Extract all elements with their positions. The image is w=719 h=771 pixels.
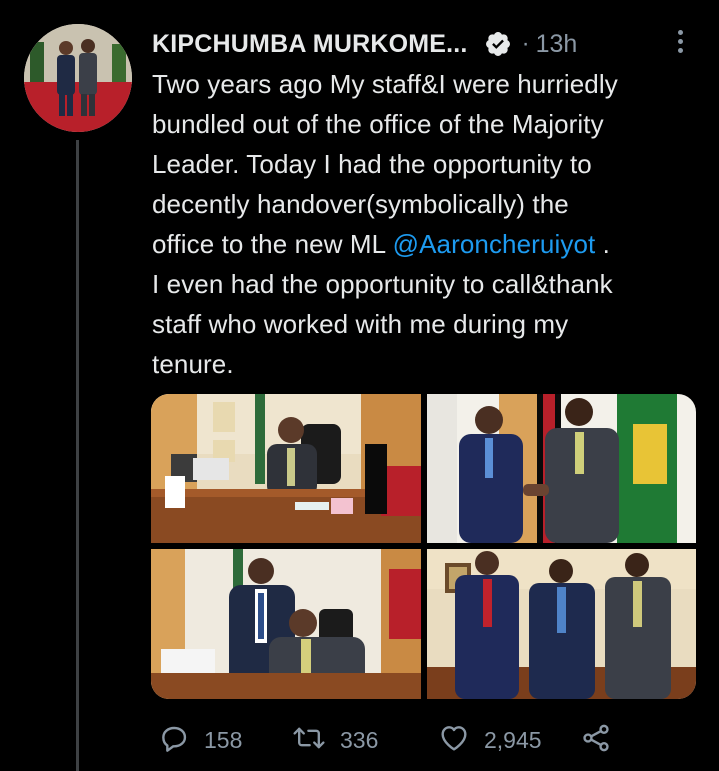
tweet-line: I even had the opportunity to call&thank bbox=[152, 269, 613, 299]
mention-link[interactable]: @Aaroncheruiyot bbox=[393, 229, 596, 259]
share-icon bbox=[580, 722, 612, 759]
tweet-line: bundled out of the office of the Majorit… bbox=[152, 109, 604, 139]
like-count: 2,945 bbox=[484, 726, 542, 753]
author-avatar[interactable] bbox=[24, 24, 132, 132]
thread-line bbox=[76, 140, 79, 771]
tweet-line: tenure. bbox=[152, 349, 234, 379]
photo-3[interactable] bbox=[151, 549, 421, 699]
tweet-line: decently handover(symbolically) the bbox=[152, 189, 569, 219]
tweet-line: Leader. Today I had the opportunity to bbox=[152, 149, 592, 179]
retweet-icon bbox=[292, 722, 326, 759]
separator-dot: · bbox=[521, 30, 530, 57]
tweet[interactable]: KIPCHUMBA MURKOME... · 13h Two years ago… bbox=[0, 0, 719, 771]
reply-icon bbox=[158, 722, 190, 759]
tweet-header: KIPCHUMBA MURKOME... · 13h bbox=[152, 24, 577, 64]
tweet-line: staff who worked with me during my bbox=[152, 309, 569, 339]
heart-icon bbox=[438, 722, 470, 759]
reply-button[interactable]: 158 bbox=[158, 718, 242, 762]
author-name[interactable]: KIPCHUMBA MURKOME... bbox=[152, 30, 468, 59]
more-vertical-icon[interactable] bbox=[670, 27, 690, 57]
tweet-text: Two years ago My staff&I were hurriedly … bbox=[152, 64, 700, 384]
mention-suffix: . bbox=[595, 229, 611, 259]
tweet-line-text: office to the new ML bbox=[152, 229, 393, 259]
reply-count: 158 bbox=[204, 726, 243, 753]
photo-2[interactable] bbox=[427, 394, 696, 543]
tweet-time[interactable]: 13h bbox=[536, 30, 578, 59]
tweet-actions: 158 336 2,945 bbox=[152, 718, 672, 762]
retweet-count: 336 bbox=[340, 726, 379, 753]
tweet-line: Two years ago My staff&I were hurriedly bbox=[152, 69, 618, 99]
retweet-button[interactable]: 336 bbox=[292, 718, 378, 762]
photo-1[interactable] bbox=[151, 394, 421, 543]
like-button[interactable]: 2,945 bbox=[438, 718, 542, 762]
tweet-line-with-mention: office to the new ML @Aaroncheruiyot . bbox=[152, 224, 700, 264]
verified-badge-icon bbox=[484, 30, 512, 58]
avatar-photo bbox=[24, 24, 132, 132]
photo-4[interactable] bbox=[427, 549, 696, 699]
media-grid bbox=[151, 394, 696, 699]
share-button[interactable] bbox=[580, 718, 612, 762]
